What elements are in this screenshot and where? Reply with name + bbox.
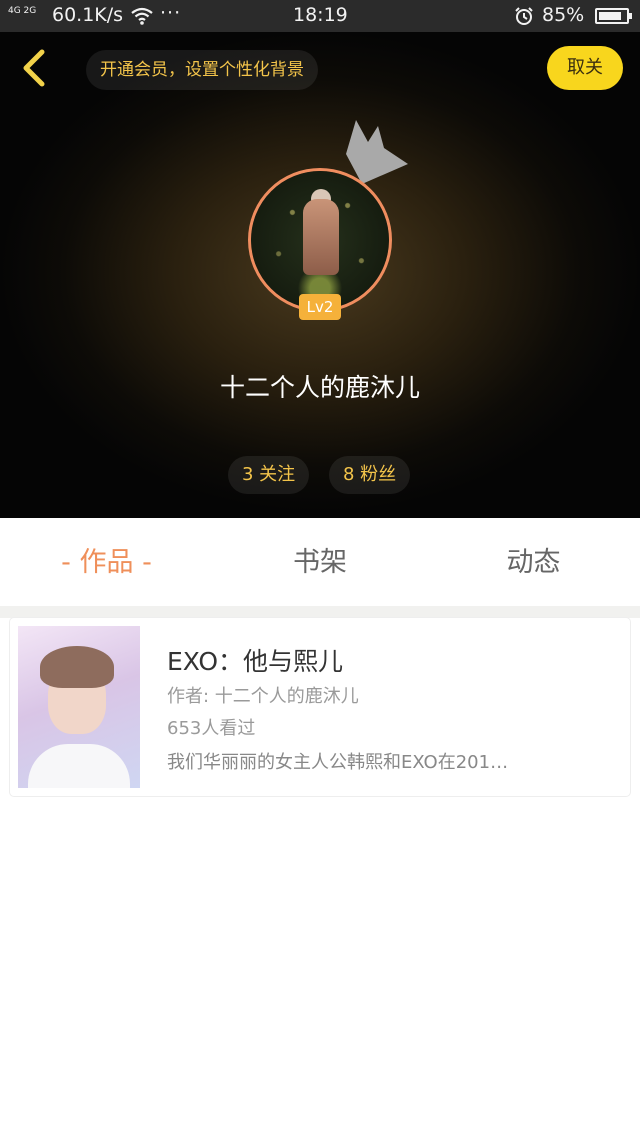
list-item[interactable]: EXO：他与熙儿 作者: 十二个人的鹿沐儿 653人看过 我们华丽丽的女主人公韩… <box>10 618 630 796</box>
book-summary: 我们华丽丽的女主人公韩熙和EXO在201… <box>167 752 509 773</box>
vip-background-banner[interactable]: 开通会员，设置个性化背景 <box>86 50 318 90</box>
following-count[interactable]: 3 关注 <box>228 456 310 494</box>
overflow-indicator: ··· <box>160 2 182 24</box>
avatar[interactable] <box>248 168 392 312</box>
status-bar: 4G 2G 60.1K/s ··· 18:19 85% <box>0 0 640 32</box>
book-title: EXO：他与熙儿 <box>167 647 344 676</box>
alarm-icon <box>514 6 534 31</box>
back-button[interactable] <box>14 46 58 90</box>
net-speed: 60.1K/s <box>52 4 124 26</box>
signal-icon: 4G 2G <box>8 6 37 16</box>
clock: 18:19 <box>293 4 348 26</box>
chevron-left-icon <box>23 49 45 87</box>
user-name: 十二个人的鹿沐儿 <box>219 373 420 402</box>
tab-bookshelf[interactable]: 书架 <box>213 518 427 608</box>
unfollow-button[interactable]: 取关 <box>547 46 623 90</box>
followers-count[interactable]: 8 粉丝 <box>329 456 411 494</box>
profile-tabs: - 作品 - 书架 动态 <box>0 518 640 608</box>
battery-percent: 85% <box>542 4 585 26</box>
level-badge: Lv2 <box>299 294 341 320</box>
wifi-icon <box>130 6 154 31</box>
book-views: 653人看过 <box>167 718 256 739</box>
profile-header: 开通会员，设置个性化背景 取关 Lv2 十二个人的鹿沐儿 3 关注 8 粉丝 <box>0 32 640 518</box>
book-author: 作者: 十二个人的鹿沐儿 <box>167 686 359 707</box>
tab-activity[interactable]: 动态 <box>427 518 640 608</box>
tab-works[interactable]: - 作品 - <box>0 518 213 608</box>
battery-icon <box>595 8 632 24</box>
book-cover-image <box>18 626 140 788</box>
divider <box>0 606 640 618</box>
